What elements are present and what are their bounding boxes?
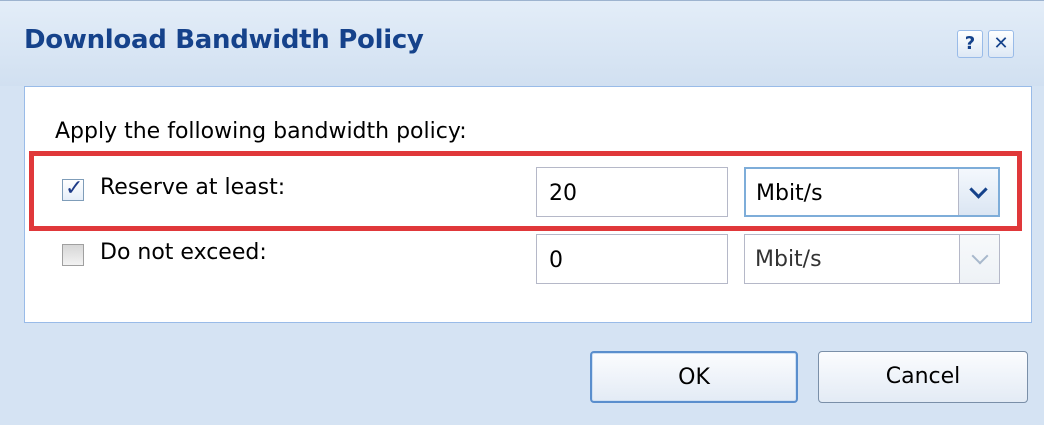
dialog-title: Download Bandwidth Policy [24,25,424,55]
exceed-unit-select[interactable]: Mbit/s [744,234,1000,284]
reserve-checkbox[interactable]: ✓ [62,176,84,201]
chevron-down-icon [969,179,988,199]
reserve-amount-field[interactable]: 20 [536,167,728,217]
reserve-unit-select[interactable]: Mbit/s [744,167,1000,217]
ok-button[interactable]: OK [590,351,798,403]
exceed-label: Do not exceed: [100,240,267,265]
reserve-unit-dropdown-button[interactable] [958,169,998,215]
close-button[interactable]: ✕ [988,30,1014,58]
exceed-amount-field[interactable]: 0 [536,234,728,284]
cancel-button[interactable]: Cancel [818,351,1028,403]
check-icon: ✓ [65,176,84,201]
help-button[interactable]: ? [957,30,983,58]
bandwidth-policy-dialog: Download Bandwidth Policy ? ✕ Apply the … [0,0,1044,425]
exceed-checkbox[interactable] [62,244,84,266]
dialog-titlebar: Download Bandwidth Policy ? ✕ [0,1,1044,86]
reserve-unit-value: Mbit/s [756,181,823,206]
chevron-down-icon [971,247,988,265]
exceed-unit-dropdown-button[interactable] [959,235,999,283]
policy-intro-label: Apply the following bandwidth policy: [55,119,467,144]
reserve-label: Reserve at least: [100,175,286,200]
exceed-unit-value: Mbit/s [755,247,822,272]
